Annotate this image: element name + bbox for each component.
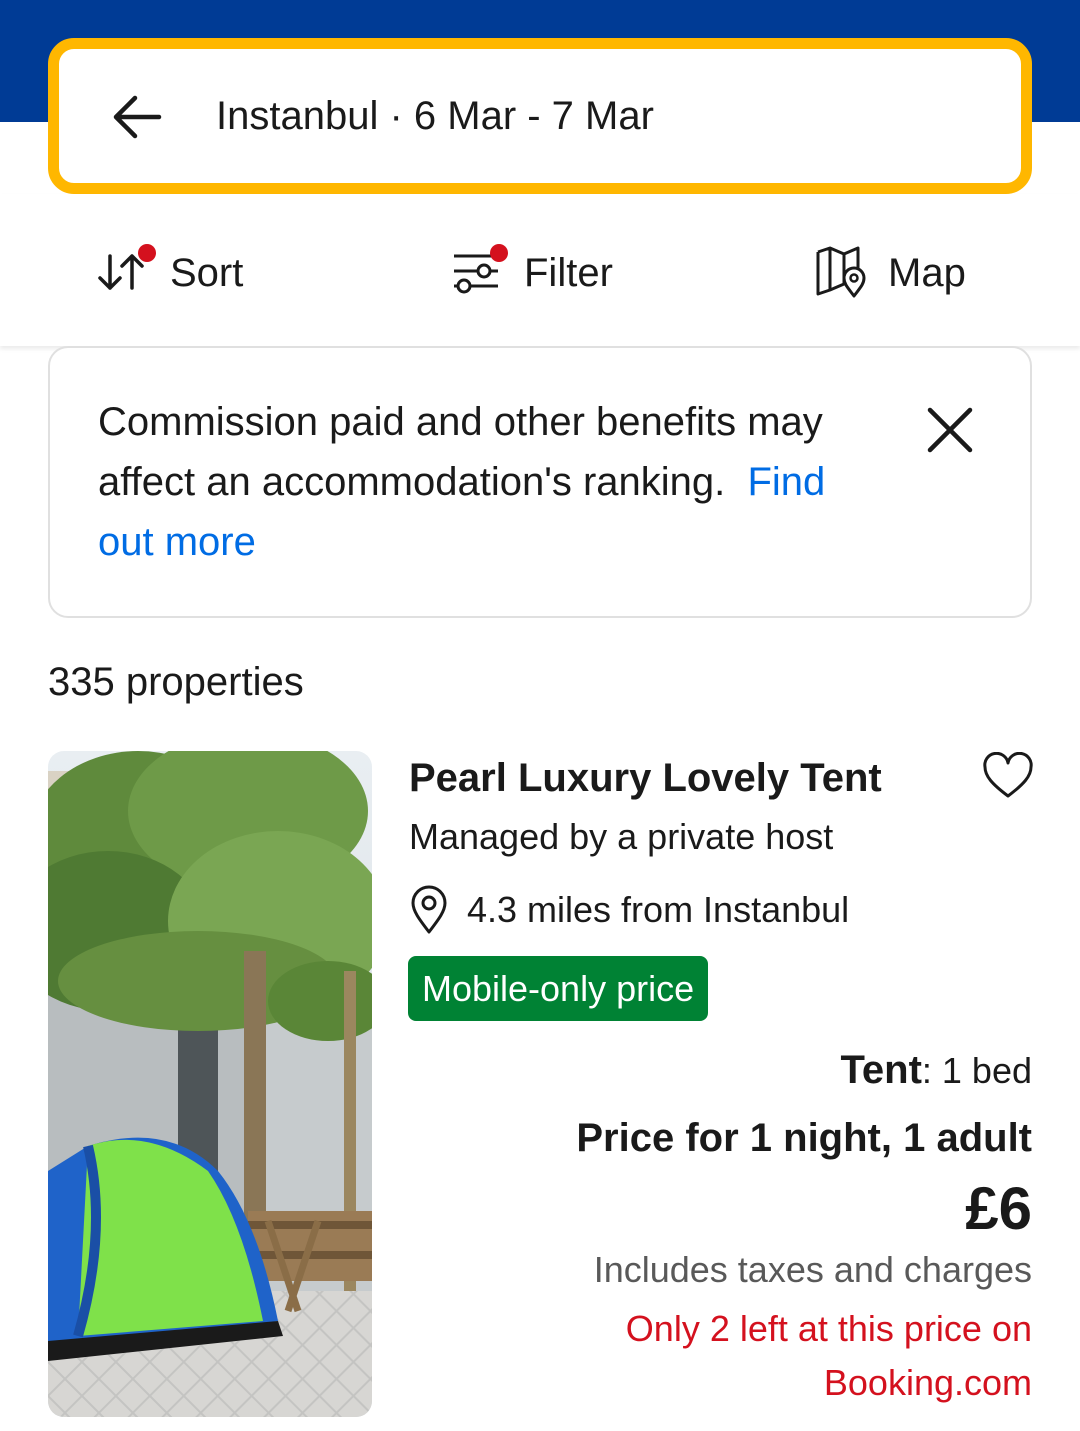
sliders-icon: [450, 243, 508, 301]
property-photo[interactable]: [48, 751, 372, 1417]
host-info: Managed by a private host: [409, 816, 834, 857]
price-context: Price for 1 night, 1 adult: [576, 1116, 1032, 1160]
sort-indicator-dot: [138, 243, 156, 262]
search-summary-box[interactable]: Instanbul · 6 Mar - 7 Mar: [48, 38, 1032, 194]
sort-button[interactable]: Sort: [96, 238, 243, 308]
map-pin-icon: [814, 244, 872, 303]
sort-label: Sort: [170, 250, 244, 295]
distance-text: 4.3 miles from Instanbul: [467, 889, 850, 930]
scarcity-line-2: Booking.com: [823, 1362, 1032, 1403]
room-info: Tent: 1 bed: [840, 1048, 1032, 1093]
room-detail: : 1 bed: [921, 1050, 1032, 1091]
map-button[interactable]: Map: [814, 238, 966, 308]
close-notice-button[interactable]: [922, 402, 978, 458]
mobile-only-price-badge: Mobile-only price: [408, 956, 709, 1021]
notice-text: Commission paid and other benefits may a…: [98, 392, 838, 572]
search-summary-text: Instanbul · 6 Mar - 7 Mar: [216, 94, 654, 138]
taxes-note: Includes taxes and charges: [593, 1249, 1032, 1290]
action-bar: Sort Filter Map: [0, 194, 1080, 346]
distance-row: 4.3 miles from Instanbul: [409, 884, 849, 936]
filter-label: Filter: [524, 250, 613, 295]
ranking-notice: Commission paid and other benefits may a…: [48, 346, 1032, 618]
scarcity-line-1: Only 2 left at this price on: [625, 1308, 1032, 1349]
arrow-left-icon: [113, 95, 162, 139]
back-button[interactable]: [109, 89, 165, 145]
heart-outline-icon: [983, 751, 1033, 798]
filter-indicator-dot: [490, 243, 508, 262]
location-pin-icon: [411, 885, 447, 934]
close-icon: [927, 407, 973, 453]
scarcity-message: Only 2 left at this price on Booking.com: [626, 1302, 1032, 1410]
notice-body: Commission paid and other benefits may a…: [98, 400, 823, 504]
sort-arrows-icon: [96, 243, 156, 301]
filter-button[interactable]: Filter: [450, 238, 613, 308]
property-title[interactable]: Pearl Luxury Lovely Tent: [409, 756, 882, 801]
favorite-button[interactable]: [982, 751, 1034, 800]
map-label: Map: [888, 250, 966, 295]
room-type: Tent: [840, 1048, 922, 1092]
price-amount: £6: [965, 1175, 1032, 1242]
properties-count: 335 properties: [48, 660, 304, 704]
